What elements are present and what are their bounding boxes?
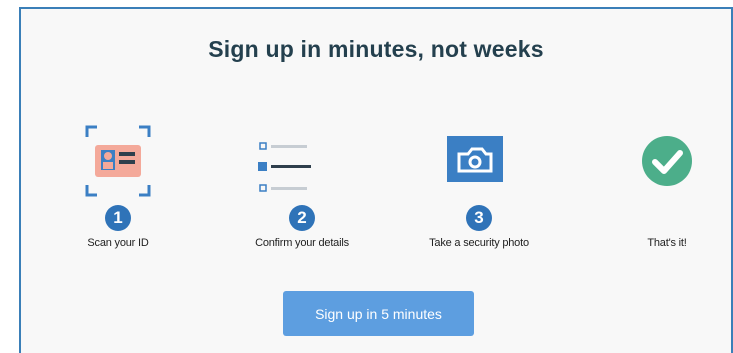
checklist-icon — [217, 119, 387, 199]
signup-button[interactable]: Sign up in 5 minutes — [283, 291, 474, 336]
step-label-confirm: Confirm your details — [255, 237, 349, 249]
step-security-photo: 3 Take a security photo — [394, 119, 564, 249]
id-scan-icon — [33, 119, 203, 199]
step-label-scan: Scan your ID — [87, 237, 149, 249]
step-label-photo: Take a security photo — [429, 237, 529, 249]
step-confirm-details: 2 Confirm your details — [217, 119, 387, 249]
step-number-spacer — [582, 199, 733, 231]
step-done: That's it! — [582, 119, 733, 249]
step-number-1: 1 — [105, 205, 131, 231]
page-title: Sign up in minutes, not weeks — [208, 36, 544, 62]
camera-icon — [394, 119, 564, 199]
step-number-2: 2 — [289, 205, 315, 231]
step-scan-id: 1 Scan your ID — [33, 119, 203, 249]
signup-panel: Sign up in minutes, not weeks 1 Scan you… — [19, 7, 733, 353]
step-number-3: 3 — [466, 205, 492, 231]
checkmark-icon — [582, 119, 733, 199]
step-label-done: That's it! — [647, 237, 687, 249]
